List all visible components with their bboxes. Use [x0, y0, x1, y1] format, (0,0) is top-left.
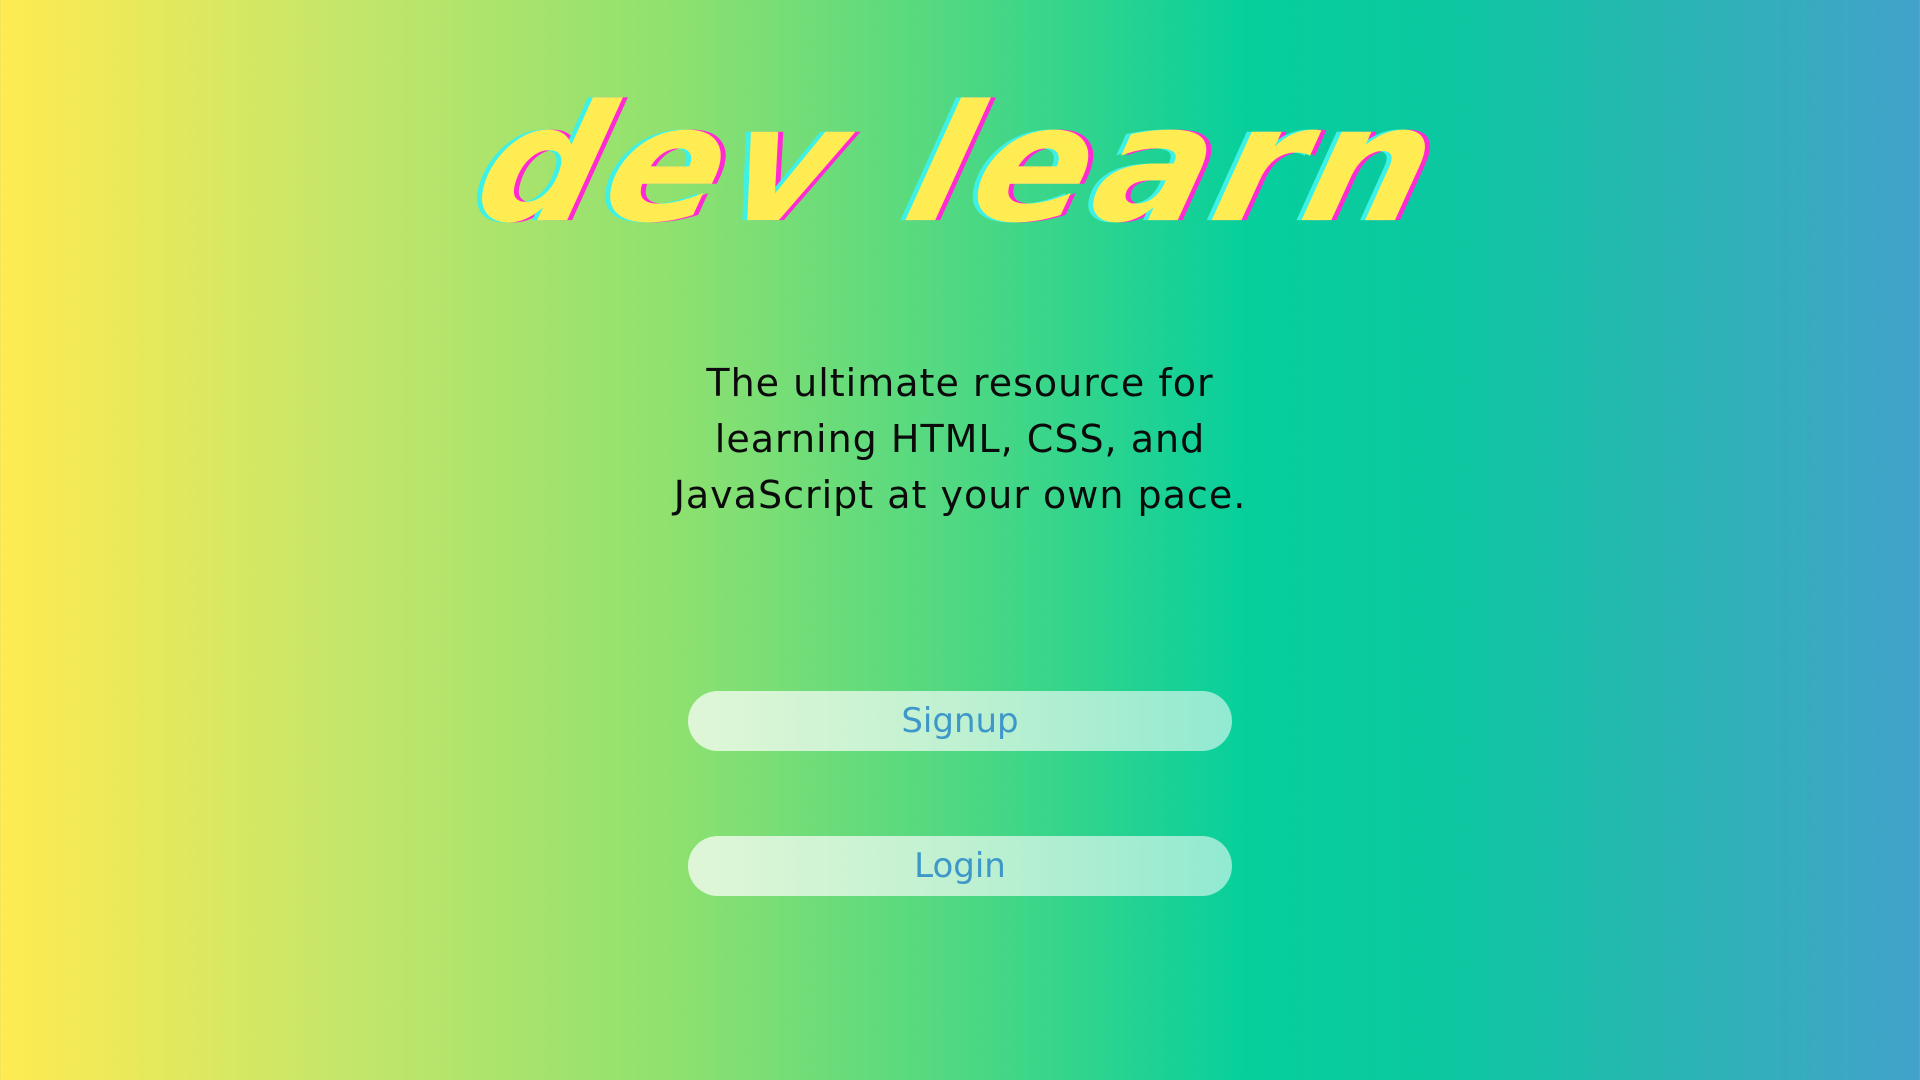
login-button[interactable]: Login: [688, 836, 1232, 896]
tagline: The ultimate resource for learning HTML,…: [673, 361, 1247, 517]
app-logo: dev learn: [459, 70, 1461, 260]
signup-button[interactable]: Signup: [688, 691, 1232, 751]
landing-page: dev learn The ultimate resource for lear…: [0, 0, 1920, 1080]
